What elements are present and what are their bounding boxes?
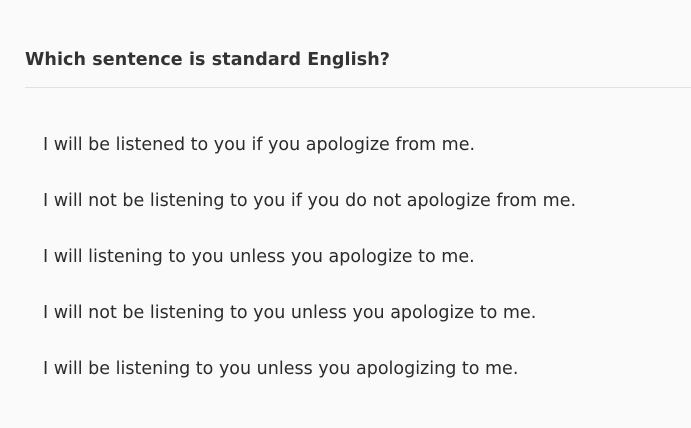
answer-option-2[interactable]: I will not be listening to you if you do… — [43, 186, 576, 242]
question-panel: Which sentence is standard English? I wi… — [0, 0, 691, 428]
answer-options-list: I will be listened to you if you apologi… — [43, 130, 576, 410]
answer-option-3[interactable]: I will listening to you unless you apolo… — [43, 242, 576, 298]
question-title: Which sentence is standard English? — [25, 50, 391, 70]
answer-option-1[interactable]: I will be listened to you if you apologi… — [43, 130, 576, 186]
answer-option-4[interactable]: I will not be listening to you unless yo… — [43, 298, 576, 354]
answer-option-5[interactable]: I will be listening to you unless you ap… — [43, 354, 576, 410]
title-divider — [25, 87, 691, 88]
